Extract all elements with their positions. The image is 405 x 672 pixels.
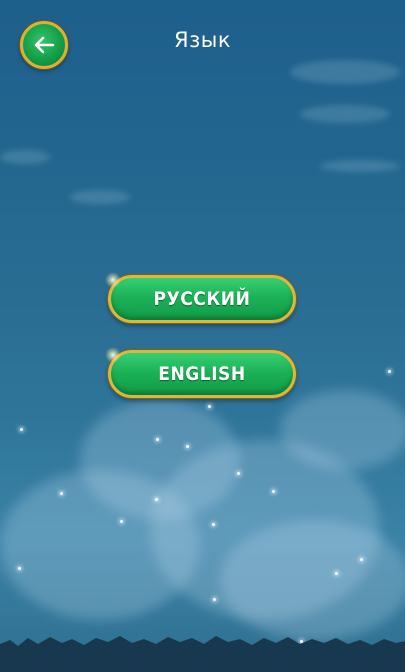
cloud-wisp <box>70 190 130 204</box>
sparkle <box>213 598 216 601</box>
sparkle-glint <box>105 347 121 363</box>
sparkle <box>18 567 21 570</box>
cloud-wisp <box>290 60 400 84</box>
cloud <box>280 390 405 470</box>
sparkle <box>186 445 189 448</box>
sparkle <box>156 438 159 441</box>
cloud <box>220 520 405 640</box>
sparkle-glint <box>105 272 121 288</box>
cloud-wisp <box>0 150 50 164</box>
language-button-label: ENGLISH <box>158 363 246 385</box>
sparkle <box>388 370 391 373</box>
page-title: Язык <box>173 28 232 52</box>
cloud-wisp <box>300 105 390 123</box>
sparkle <box>272 490 275 493</box>
sparkle <box>20 428 23 431</box>
sparkle <box>335 572 338 575</box>
cloud-wisp <box>320 160 400 172</box>
sparkle <box>208 405 211 408</box>
sparkle <box>360 558 363 561</box>
treeline-silhouette <box>0 636 405 672</box>
language-button-english[interactable]: ENGLISH <box>105 347 296 398</box>
sparkle <box>155 498 158 501</box>
night-sky-background <box>0 0 405 672</box>
language-button-label: РУССКИЙ <box>153 288 251 310</box>
sparkle <box>212 523 215 526</box>
sparkle <box>237 472 240 475</box>
language-button-russian[interactable]: РУССКИЙ <box>105 272 296 323</box>
sparkle <box>60 492 63 495</box>
sparkle <box>120 520 123 523</box>
